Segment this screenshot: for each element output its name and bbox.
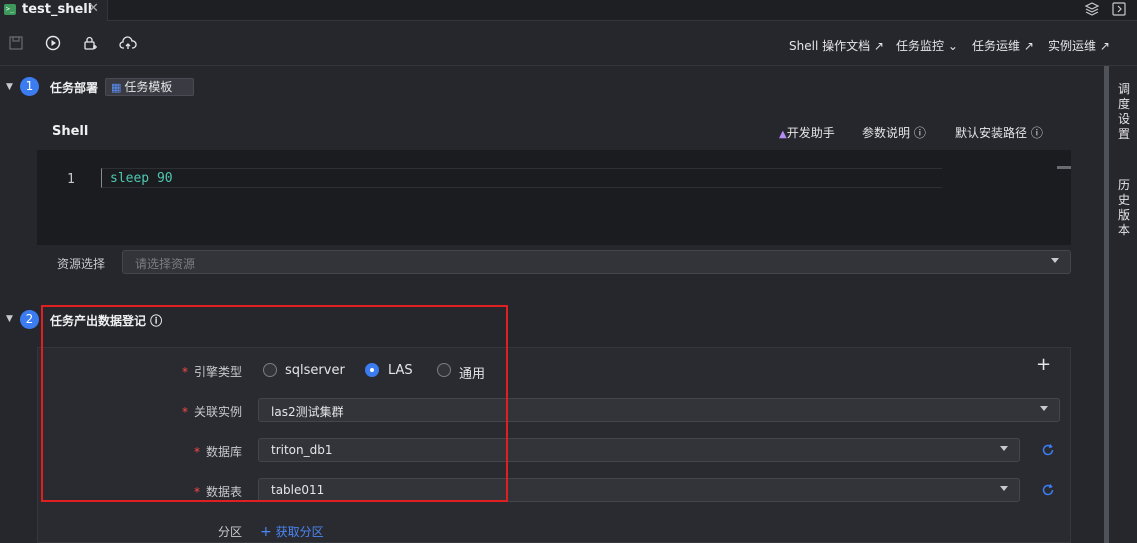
save-icon[interactable] [8,35,26,53]
editor-title: Shell [52,124,89,139]
add-icon[interactable]: + [1036,354,1051,375]
resource-placeholder: 请选择资源 [135,257,196,271]
cloud-upload-icon[interactable] [119,35,137,53]
dev-assistant-label: 开发助手 [786,126,835,140]
refresh-icon[interactable] [1041,443,1055,457]
collapse-caret-icon[interactable]: ▼ [6,314,13,324]
tab-title: test_shell [22,2,93,17]
panel-toggle-icon[interactable] [1111,1,1127,17]
param-help-link[interactable]: 参数说明 ⓘ [862,124,926,141]
step-badge: 2 [20,310,39,329]
step-badge: 1 [20,77,39,96]
code-line[interactable]: sleep 90 [101,168,942,188]
toolbar: Shell 操作文档 ↗ 任务监控 ⌄ 任务运维 ↗ 实例运维 ↗ [0,22,1137,66]
line-number: 1 [67,172,75,187]
template-icon: ▦ [111,81,122,94]
task-ops-link[interactable]: 任务运维 ↗ [972,37,1034,54]
chevron-down-icon [1040,406,1048,411]
shell-docs-link[interactable]: Shell 操作文档 ↗ [789,37,884,54]
task-template-button[interactable]: ▦ 任务模板 [105,78,194,96]
partition-label: 分区 [217,525,242,539]
tab-bar: >_ test_shell ✕ [0,0,1137,21]
chevron-down-icon [1000,486,1008,491]
run-icon[interactable] [45,35,63,53]
terminal-icon: >_ [4,4,16,15]
layers-icon[interactable] [1084,1,1100,17]
plus-icon: + [260,524,272,540]
code-editor[interactable]: 1 sleep 90 [37,150,1071,245]
section-title: 任务部署 [50,81,99,95]
lock-add-icon[interactable] [82,35,100,53]
template-button-label: 任务模板 [124,80,173,94]
chevron-down-icon [1051,258,1059,263]
side-panel: 调度设置 历史版本 [1109,66,1137,543]
editor-gutter: 1 [37,150,107,245]
resource-select[interactable]: 请选择资源 [122,250,1071,274]
fetch-partition-label: 获取分区 [275,525,324,539]
code-text: sleep 90 [110,171,173,186]
tab-test-shell[interactable]: >_ test_shell ✕ [0,0,108,21]
dev-assistant-button[interactable]: ▲开发助手 [779,124,835,141]
refresh-icon[interactable] [1041,483,1055,497]
chevron-down-icon [1000,446,1008,451]
editor-scrollbar[interactable] [1057,166,1071,169]
task-monitor-link[interactable]: 任务监控 ⌄ [896,37,958,54]
collapse-caret-icon[interactable]: ▼ [6,82,13,92]
side-tab-history[interactable]: 历史版本 [1118,178,1132,238]
assistant-icon: ▲ [779,129,787,140]
resource-label: 资源选择 [57,257,106,271]
instance-ops-link[interactable]: 实例运维 ↗ [1048,37,1110,54]
install-path-link[interactable]: 默认安装路径 ⓘ [955,124,1043,141]
side-tab-schedule[interactable]: 调度设置 [1118,82,1132,142]
highlight-box [41,305,508,502]
fetch-partition-button[interactable]: + 获取分区 [260,523,324,540]
close-icon[interactable]: ✕ [88,1,99,16]
